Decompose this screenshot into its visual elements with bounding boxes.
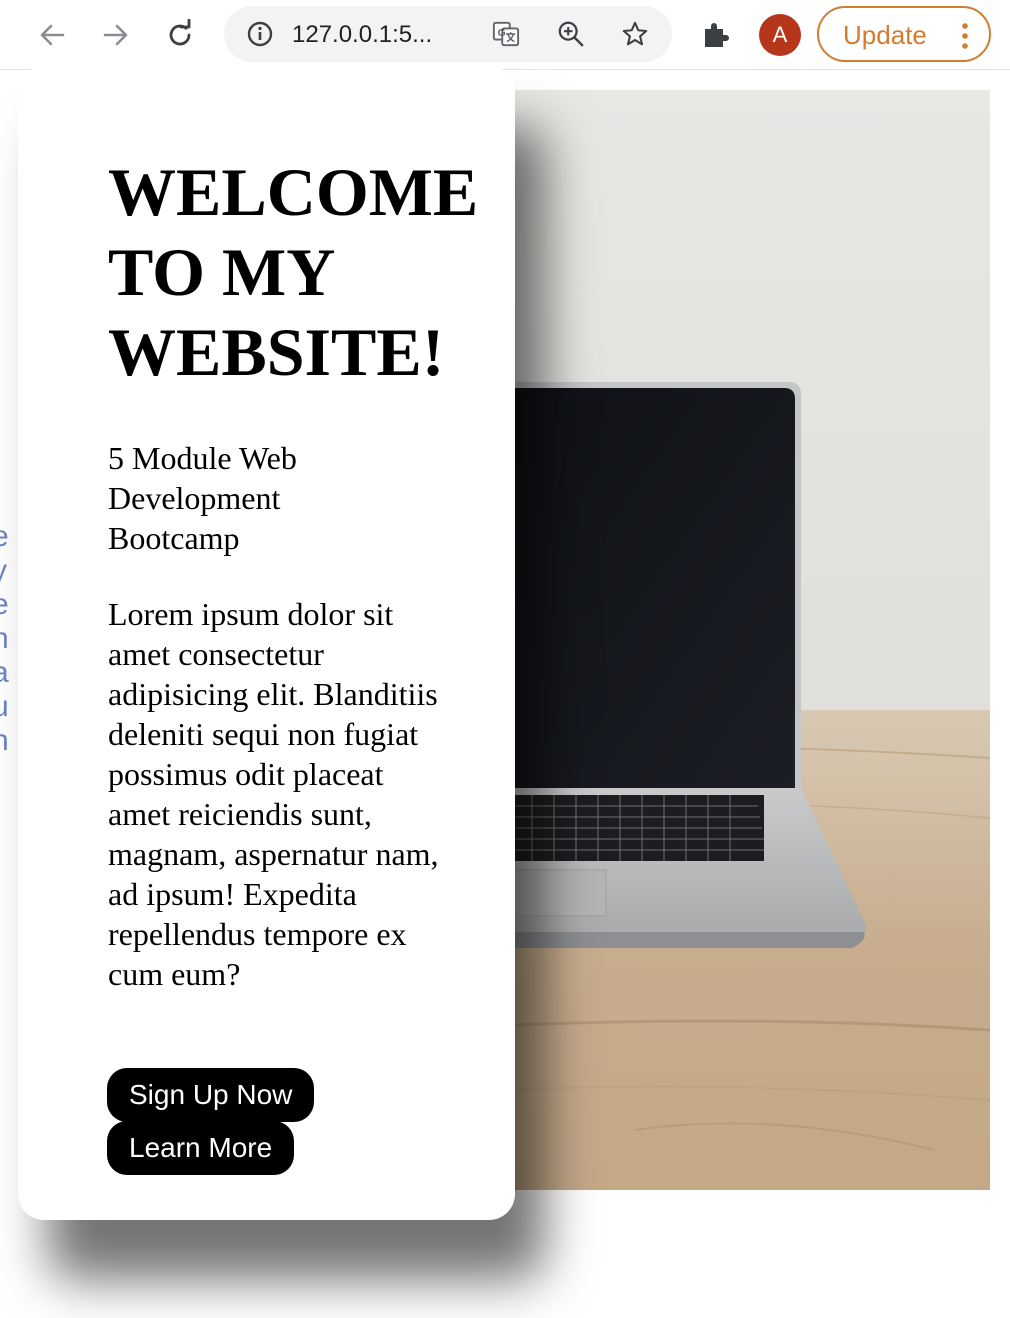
bookmark-star-icon[interactable]: [621, 20, 649, 48]
browser-toolbar: 127.0.0.1:5... G A Update: [0, 0, 1010, 70]
sign-up-button[interactable]: Sign Up Now: [107, 1068, 315, 1122]
site-info-icon[interactable]: [246, 20, 274, 48]
hero-subtitle: 5 Module Web Development Bootcamp: [108, 440, 297, 556]
address-bar[interactable]: 127.0.0.1:5... G: [224, 6, 672, 62]
avatar[interactable]: A: [759, 14, 801, 56]
update-button[interactable]: Update: [817, 6, 991, 62]
back-button[interactable]: [30, 13, 74, 57]
hero-card: WELCOME TO MY WEBSITE! 5 Module Web Deve…: [18, 66, 515, 1220]
more-menu-icon[interactable]: [959, 22, 971, 50]
learn-more-button[interactable]: Learn More: [107, 1121, 295, 1175]
svg-text:G: G: [498, 28, 506, 39]
back-arrow-icon: [40, 24, 65, 46]
hero-description: Lorem ipsum dolor sit amet consectetur a…: [108, 596, 439, 992]
translate-icon[interactable]: G: [492, 20, 520, 48]
forward-arrow-icon: [103, 24, 128, 46]
extensions-button[interactable]: [694, 13, 738, 57]
url-text[interactable]: 127.0.0.1:5...: [292, 21, 472, 49]
laptop-photo: [514, 90, 990, 1190]
zoom-icon[interactable]: [557, 20, 585, 48]
reload-icon: [169, 19, 191, 46]
hero-image: [514, 90, 990, 1190]
background-text-strip: eyenaun: [0, 520, 9, 757]
forward-button[interactable]: [94, 13, 138, 57]
reload-button[interactable]: [158, 13, 202, 57]
extensions-puzzle-icon: [705, 23, 729, 47]
update-label: Update: [843, 20, 927, 50]
page-title: WELCOME TO MY WEBSITE!: [108, 154, 479, 390]
